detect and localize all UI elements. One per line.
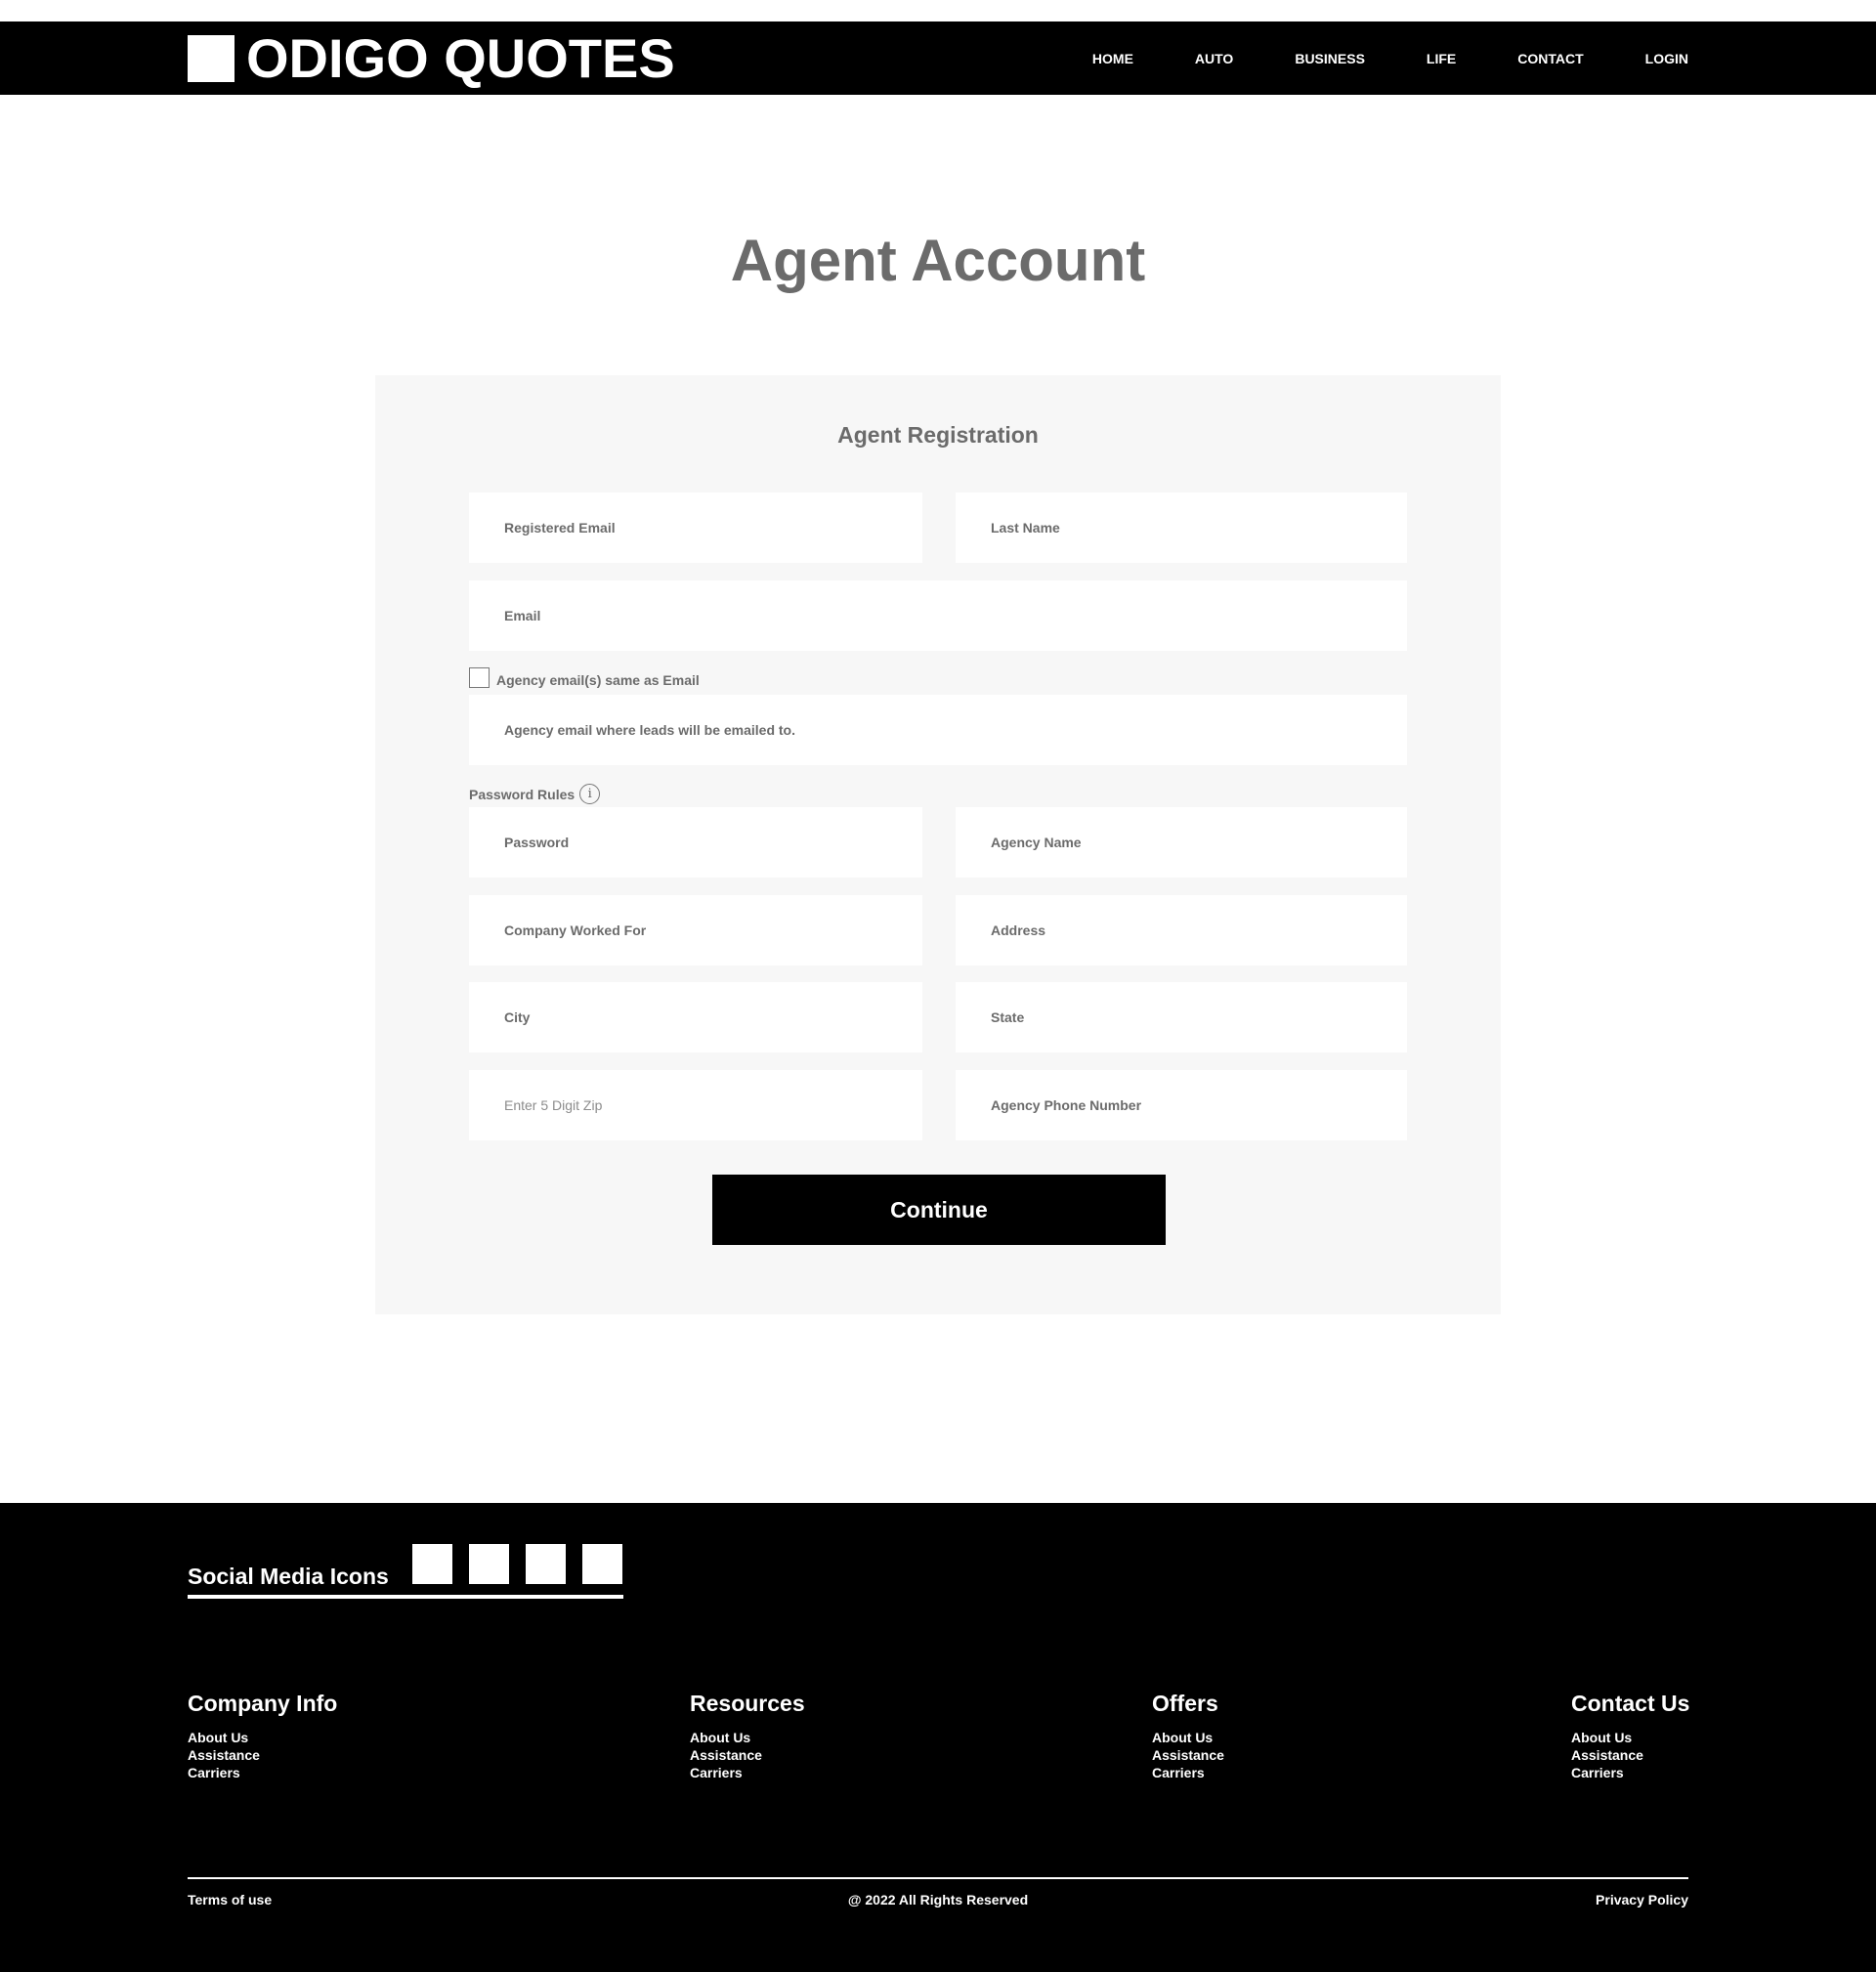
site-footer: Social Media Icons Company Info About Us…	[0, 1503, 1876, 1972]
footer-link[interactable]: Carriers	[1571, 1764, 1689, 1781]
nav-contact[interactable]: CONTACT	[1517, 51, 1583, 66]
nav-home[interactable]: HOME	[1092, 51, 1133, 66]
agency-name-field[interactable]: Agency Name	[956, 807, 1407, 878]
zip-field[interactable]: Enter 5 Digit Zip	[469, 1070, 922, 1140]
copyright: @ 2022 All Rights Reserved	[847, 1892, 1029, 1908]
social-divider	[188, 1595, 623, 1599]
social-label: Social Media Icons	[188, 1564, 389, 1589]
page-title: Agent Account	[730, 228, 1146, 293]
footer-col-contact-us: Contact Us About Us Assistance Carriers	[1571, 1691, 1689, 1781]
footer-link[interactable]: About Us	[690, 1729, 805, 1746]
footer-col-title: Resources	[690, 1691, 805, 1716]
social-icons	[412, 1544, 639, 1584]
footer-link[interactable]: Assistance	[690, 1746, 805, 1764]
address-field[interactable]: Address	[956, 895, 1407, 965]
footer-link[interactable]: Assistance	[1571, 1746, 1689, 1764]
social-3-icon[interactable]	[526, 1544, 566, 1584]
email-field[interactable]: Email	[469, 580, 1407, 651]
footer-link[interactable]: Carriers	[188, 1764, 337, 1781]
agency-email-field[interactable]: Agency email where leads will be emailed…	[469, 695, 1407, 765]
social-4-icon[interactable]	[582, 1544, 622, 1584]
info-icon[interactable]: i	[579, 784, 601, 804]
main-nav: HOME AUTO BUSINESS LIFE CONTACT LOGIN	[1092, 21, 1688, 95]
form-title: Agent Registration	[837, 422, 1039, 448]
footer-divider	[188, 1877, 1688, 1879]
social-2-icon[interactable]	[469, 1544, 509, 1584]
logo[interactable]: ODIGO QUOTES	[188, 27, 675, 89]
footer-link[interactable]: Carriers	[1152, 1764, 1224, 1781]
footer-col-title: Offers	[1152, 1691, 1218, 1716]
site-header: ODIGO QUOTES HOME AUTO BUSINESS LIFE CON…	[0, 21, 1876, 95]
last-name-field[interactable]: Last Name	[956, 493, 1407, 563]
continue-button[interactable]: Continue	[712, 1175, 1166, 1245]
nav-life[interactable]: LIFE	[1427, 51, 1456, 66]
agency-same-label: Agency email(s) same as Email	[496, 671, 700, 688]
password-rules-label: Password Rules	[469, 786, 576, 802]
footer-col-company-info: Company Info About Us Assistance Carrier…	[188, 1691, 337, 1781]
footer-link[interactable]: Carriers	[690, 1764, 805, 1781]
nav-login[interactable]: LOGIN	[1645, 51, 1688, 66]
footer-col-title: Company Info	[188, 1691, 338, 1716]
footer-col-resources: Resources About Us Assistance Carriers	[690, 1691, 805, 1781]
footer-link[interactable]: Assistance	[188, 1746, 337, 1764]
registration-card: Agent Registration Registered Email Last…	[375, 375, 1501, 1314]
footer-col-offers: Offers About Us Assistance Carriers	[1152, 1691, 1224, 1781]
nav-auto[interactable]: AUTO	[1195, 51, 1233, 66]
footer-col-title: Contact Us	[1571, 1691, 1690, 1716]
password-field[interactable]: Password	[469, 807, 922, 878]
logo-text: ODIGO QUOTES	[246, 27, 675, 89]
footer-link[interactable]: Assistance	[1152, 1746, 1224, 1764]
agency-phone-field[interactable]: Agency Phone Number	[956, 1070, 1407, 1140]
company-worked-for-field[interactable]: Company Worked For	[469, 895, 922, 965]
logo-square-icon	[188, 35, 234, 82]
password-rules: Password Rules i	[469, 784, 601, 804]
city-field[interactable]: City	[469, 982, 922, 1052]
registered-email-field[interactable]: Registered Email	[469, 493, 922, 563]
footer-link[interactable]: About Us	[188, 1729, 337, 1746]
footer-link[interactable]: About Us	[1152, 1729, 1224, 1746]
agency-same-row: Agency email(s) same as Email	[469, 667, 700, 688]
agency-same-checkbox[interactable]	[469, 667, 490, 688]
nav-business[interactable]: BUSINESS	[1295, 51, 1365, 66]
social-1-icon[interactable]	[412, 1544, 452, 1584]
privacy-link[interactable]: Privacy Policy	[1596, 1892, 1688, 1908]
footer-link[interactable]: About Us	[1571, 1729, 1689, 1746]
state-field[interactable]: State	[956, 982, 1407, 1052]
